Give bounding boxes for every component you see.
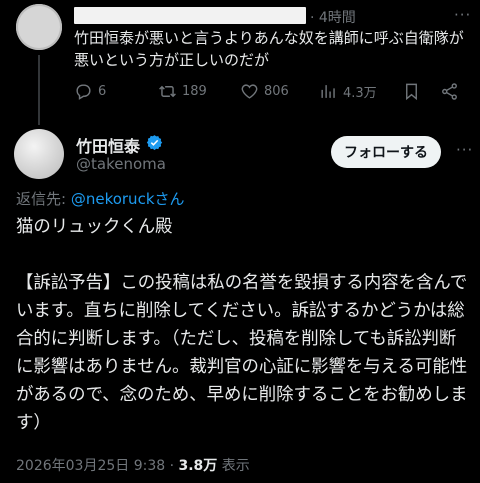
retweet-count: 189 [182, 84, 207, 99]
bookmark-button[interactable] [402, 82, 421, 101]
reply-button[interactable]: 6 [74, 82, 106, 101]
views-icon [321, 85, 335, 98]
share-icon [442, 83, 457, 100]
author-name[interactable]: 竹田恒泰 [76, 133, 140, 157]
tweet-date[interactable]: 2026年03月25日 9:38 · [16, 458, 179, 474]
bookmark-icon [406, 83, 417, 101]
like-count: 806 [264, 84, 289, 99]
thread-line [38, 55, 40, 125]
retweet-button[interactable]: 189 [158, 82, 207, 101]
follow-button[interactable]: フォローする [331, 136, 441, 168]
reply-author-avatar[interactable] [16, 4, 62, 50]
verified-badge-icon [146, 135, 163, 151]
tweet-more-icon[interactable]: ··· [456, 141, 473, 159]
reply-text: 竹田恒泰が悪いと言うよりあんな奴を講師に呼ぶ自衛隊が悪いという方が正しいのだが [74, 29, 464, 69]
like-button[interactable]: 806 [240, 82, 289, 101]
tweet-meta: 2026年03月25日 9:38 · 3.8万 表示 [16, 455, 250, 475]
heart-icon [241, 84, 258, 99]
redacted-author-name [74, 7, 306, 24]
author-avatar[interactable] [14, 129, 64, 179]
reply-action-bar: 6 189 806 4.3万 [74, 82, 470, 104]
retweet-icon [159, 85, 176, 98]
author-handle[interactable]: @takenoma [76, 155, 166, 173]
reply-timestamp[interactable]: · 4時間 [310, 7, 356, 27]
view-count: 3.8万 [178, 458, 218, 474]
reply-more-icon[interactable]: ··· [454, 6, 471, 24]
replying-to-line: 返信先: @nekoruckさん [16, 188, 185, 209]
replying-to-label: 返信先: [16, 190, 71, 208]
views-button[interactable]: 4.3万 [319, 82, 377, 101]
share-button[interactable] [440, 82, 459, 101]
view-label: 表示 [217, 458, 250, 474]
tweet-body: 猫のリュックくん殿 【訴訟予告】この投稿は私の名誉を毀損する内容を含んでいます。… [16, 217, 468, 433]
mention-link[interactable]: @nekoruckさん [71, 190, 185, 208]
reply-icon [76, 84, 91, 100]
views-count: 4.3万 [343, 86, 377, 101]
reply-count: 6 [98, 84, 107, 99]
